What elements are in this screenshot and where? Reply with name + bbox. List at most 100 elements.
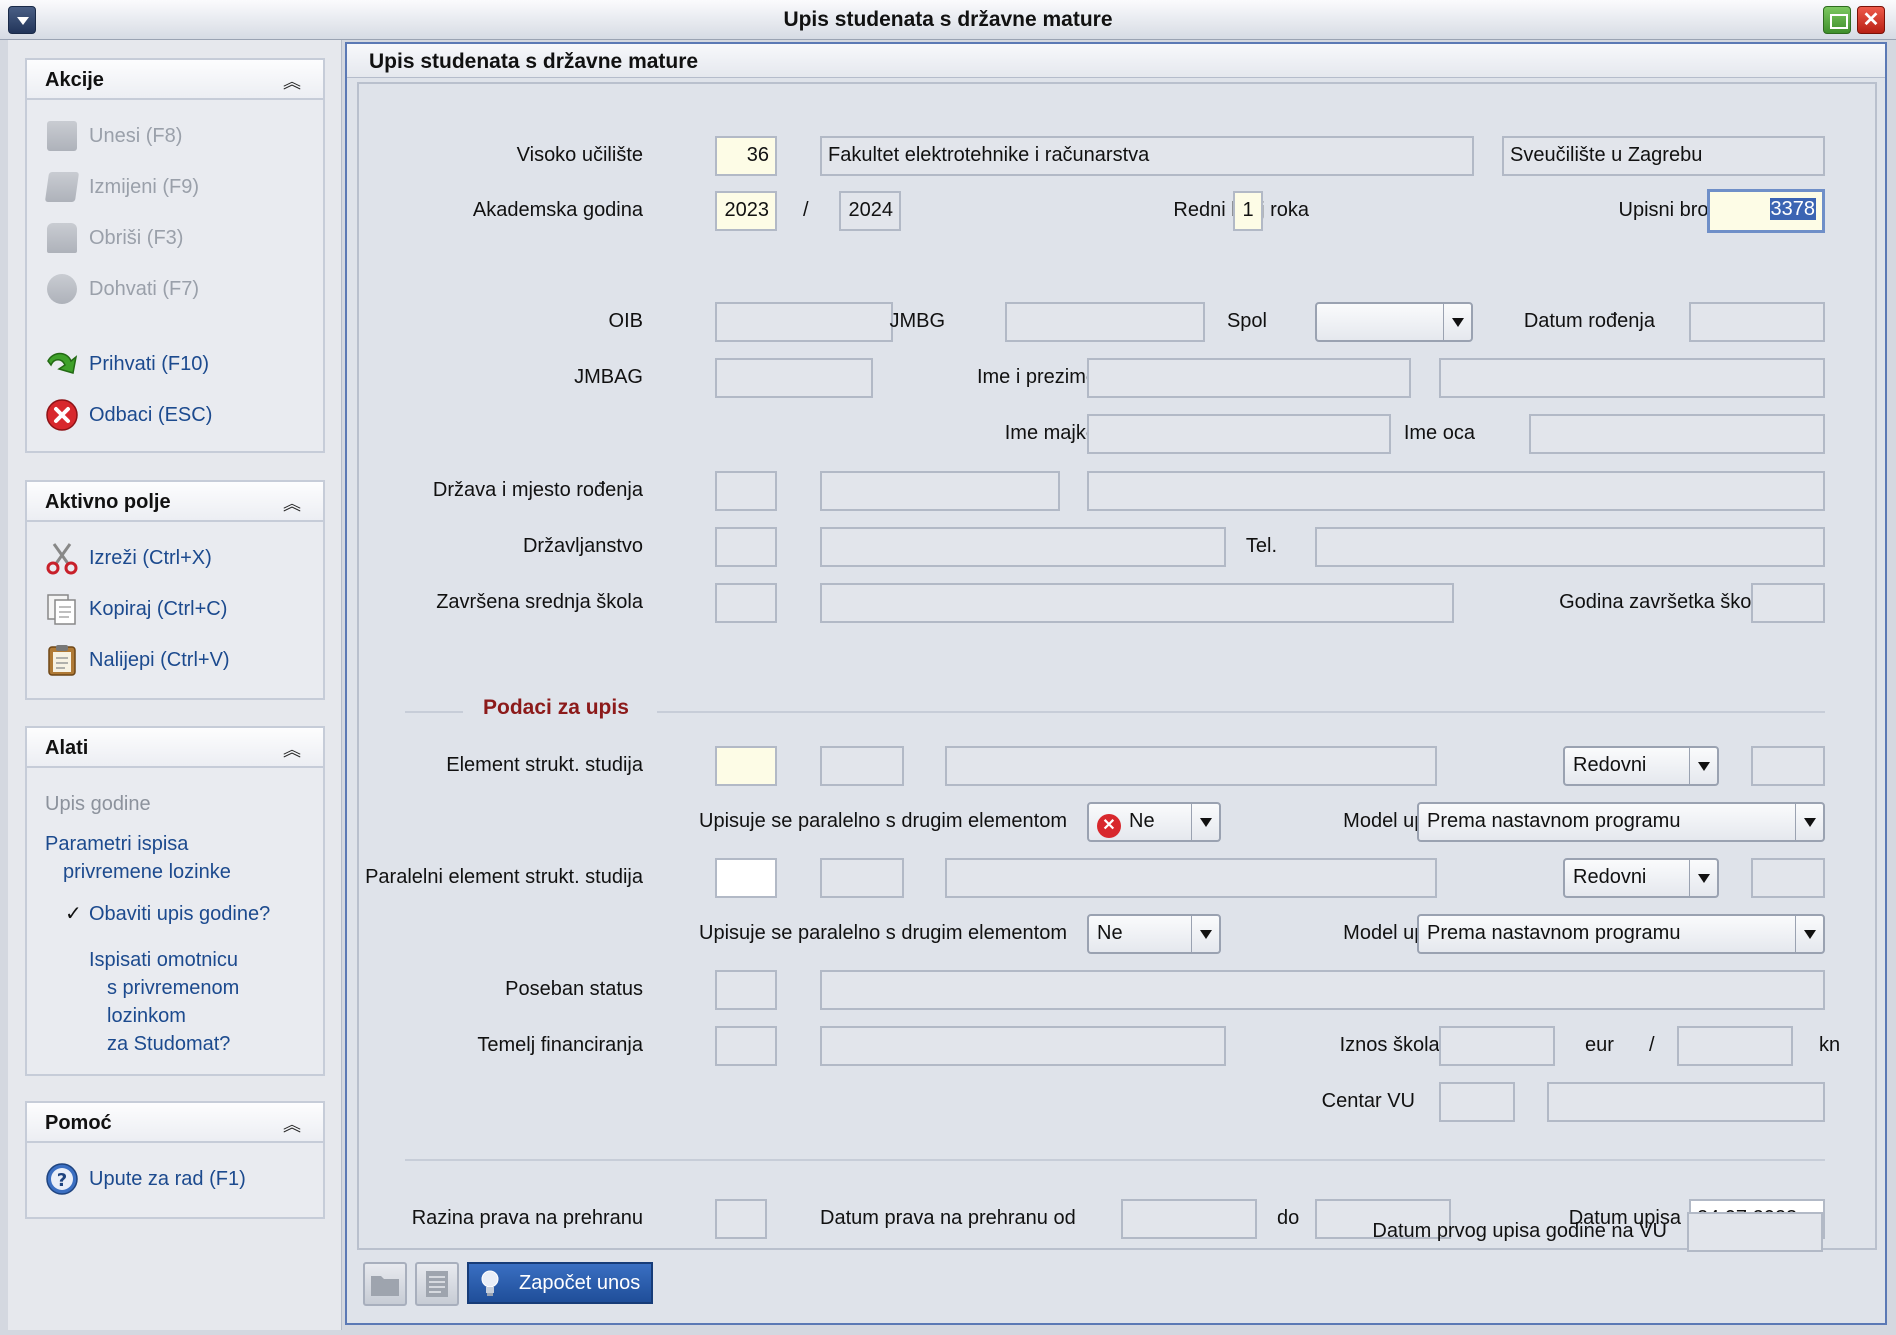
- action-dohvati[interactable]: Dohvati (F7): [45, 271, 199, 307]
- datum-prehrane-od-field[interactable]: [1121, 1199, 1257, 1239]
- drzava-name-field[interactable]: [820, 471, 1060, 511]
- form-title: Upis studenata s državne mature: [369, 50, 699, 73]
- panel-title: Alati: [45, 737, 89, 759]
- collapse-icon[interactable]: ︽: [283, 490, 301, 516]
- action-upute[interactable]: ? Upute za rad (F1): [45, 1161, 246, 1197]
- skolarina-kn-field[interactable]: [1677, 1026, 1793, 1066]
- godina-zavrsetka-field[interactable]: [1751, 583, 1825, 623]
- collapse-icon[interactable]: ︽: [283, 1111, 301, 1137]
- visoko-uciliste-name-field[interactable]: Fakultet elektrotehnike i računarstva: [820, 136, 1474, 176]
- visoko-uciliste-code-field[interactable]: 36: [715, 136, 777, 176]
- paralelni-element-name-field[interactable]: [945, 858, 1437, 898]
- redni-broj-roka-field[interactable]: 1: [1233, 191, 1263, 231]
- panel-title: Pomoć: [45, 1112, 112, 1134]
- paralelno-dropdown[interactable]: ✕ Ne: [1087, 802, 1221, 842]
- action-unesi[interactable]: Unesi (F8): [45, 118, 182, 154]
- list-button[interactable]: [415, 1262, 459, 1306]
- sidebar: Akcije ︽ Unesi (F8) Izmijeni (F9) Obriši…: [8, 40, 342, 1330]
- parametri-ispisa-link-2[interactable]: privremene lozinke: [63, 858, 231, 886]
- datum-prvog-upisa-field[interactable]: [1687, 1212, 1823, 1252]
- element-code-field[interactable]: [715, 746, 777, 786]
- temelj-name-field[interactable]: [820, 1026, 1226, 1066]
- akademska-godina-to-field[interactable]: 2024: [839, 191, 901, 231]
- ime-oca-field[interactable]: [1529, 414, 1825, 454]
- prezime-field[interactable]: [1439, 358, 1825, 398]
- mjesto-rodenja-field[interactable]: [1087, 471, 1825, 511]
- edit-icon: [44, 170, 80, 204]
- ispisati-omotnicu-link-3[interactable]: lozinkom: [107, 1002, 186, 1030]
- collapse-icon[interactable]: ︽: [283, 68, 301, 94]
- kn-label: kn: [1819, 1034, 1841, 1056]
- poseban-status-code-field[interactable]: [715, 970, 777, 1010]
- paralelni-element-extra-field[interactable]: [1751, 858, 1825, 898]
- upisni-broj-field[interactable]: 3378: [1707, 189, 1825, 233]
- datum-rodenja-label: Datum rođenja: [1523, 310, 1655, 332]
- temelj-code-field[interactable]: [715, 1026, 777, 1066]
- panel-akcije: Akcije ︽ Unesi (F8) Izmijeni (F9) Obriši…: [25, 58, 325, 453]
- srednja-skola-code-field[interactable]: [715, 583, 777, 623]
- panel-aktivno-polje: Aktivno polje ︽ Izreži (Ctrl+X) Kopiraj …: [25, 480, 325, 700]
- close-button[interactable]: ✕: [1857, 6, 1885, 34]
- panel-alati-header[interactable]: Alati ︽: [27, 728, 323, 768]
- action-obrisi[interactable]: Obriši (F3): [45, 220, 183, 256]
- datum-rodenja-field[interactable]: [1689, 302, 1825, 342]
- action-odbaci[interactable]: Odbaci (ESC): [45, 397, 212, 433]
- element-sub-field[interactable]: [820, 746, 904, 786]
- folder-button[interactable]: [363, 1262, 407, 1306]
- maximize-button[interactable]: [1823, 6, 1851, 34]
- oib-field[interactable]: [715, 302, 893, 342]
- action-nalijepi[interactable]: Nalijepi (Ctrl+V): [45, 642, 230, 678]
- action-label: Prihvati (F10): [89, 352, 210, 375]
- action-kopiraj[interactable]: Kopiraj (Ctrl+C): [45, 591, 227, 627]
- section-divider: [657, 711, 1825, 713]
- jmbg-field[interactable]: [1005, 302, 1205, 342]
- divider: [405, 1159, 1825, 1161]
- tel-field[interactable]: [1315, 527, 1825, 567]
- drzavljanstvo-code-field[interactable]: [715, 527, 777, 567]
- action-izrezi[interactable]: Izreži (Ctrl+X): [45, 540, 212, 576]
- panel-aktivno-header[interactable]: Aktivno polje ︽: [27, 482, 323, 522]
- paralelno-2-dropdown[interactable]: Ne: [1087, 914, 1221, 954]
- form-area: Visoko učilište 36 Fakultet elektrotehni…: [357, 82, 1877, 1250]
- university-field[interactable]: Sveučilište u Zagrebu: [1502, 136, 1825, 176]
- spol-dropdown[interactable]: [1315, 302, 1473, 342]
- element-extra-field[interactable]: [1751, 746, 1825, 786]
- prehrana-field[interactable]: [715, 1199, 767, 1239]
- panel-title: Aktivno polje: [45, 491, 171, 513]
- srednja-skola-name-field[interactable]: [820, 583, 1454, 623]
- paralelni-element-sub-field[interactable]: [820, 858, 904, 898]
- window-titlebar: Upis studenata s državne mature ✕: [0, 0, 1896, 40]
- action-prihvati[interactable]: Prihvati (F10): [45, 346, 209, 382]
- skolarina-eur-field[interactable]: [1439, 1026, 1555, 1066]
- ispisati-omotnicu-link-4[interactable]: za Studomat?: [107, 1030, 230, 1058]
- centar-vu-name-field[interactable]: [1547, 1082, 1825, 1122]
- akademska-godina-from-field[interactable]: 2023: [715, 191, 777, 231]
- parametri-ispisa-link[interactable]: Parametri ispisa: [45, 830, 188, 858]
- paralelno-2-value: Ne: [1097, 922, 1123, 944]
- element-type-dropdown[interactable]: Redovni: [1563, 746, 1719, 786]
- ispisati-omotnicu-link[interactable]: Ispisati omotnicu: [89, 946, 238, 974]
- drzava-code-field[interactable]: [715, 471, 777, 511]
- drzavljanstvo-name-field[interactable]: [820, 527, 1226, 567]
- centar-vu-code-field[interactable]: [1439, 1082, 1515, 1122]
- ime-field[interactable]: [1087, 358, 1411, 398]
- panel-pomoc-header[interactable]: Pomoć ︽: [27, 1103, 323, 1143]
- paralelni-element-code-field[interactable]: [715, 858, 777, 898]
- paralelni-element-type-dropdown[interactable]: Redovni: [1563, 858, 1719, 898]
- element-name-field[interactable]: [945, 746, 1437, 786]
- model-upisa-2-dropdown[interactable]: Prema nastavnom programu: [1417, 914, 1825, 954]
- zapocet-unos-button[interactable]: Započet unos: [467, 1262, 653, 1304]
- ispisati-omotnicu-link-2[interactable]: s privremenom: [107, 974, 239, 1002]
- ime-majke-label: Ime majke: [1004, 422, 1097, 444]
- insert-icon: [45, 119, 79, 153]
- main-window: Upis studenata s državne mature Visoko u…: [345, 42, 1887, 1325]
- element-type-value: Redovni: [1573, 754, 1647, 776]
- ime-majke-field[interactable]: [1087, 414, 1391, 454]
- poseban-status-name-field[interactable]: [820, 970, 1825, 1010]
- jmbag-field[interactable]: [715, 358, 873, 398]
- panel-akcije-header[interactable]: Akcije ︽: [27, 60, 323, 100]
- action-izmijeni[interactable]: Izmijeni (F9): [44, 169, 199, 205]
- model-upisa-dropdown[interactable]: Prema nastavnom programu: [1417, 802, 1825, 842]
- collapse-icon[interactable]: ︽: [283, 736, 301, 762]
- obaviti-upis-link[interactable]: Obaviti upis godine?: [89, 900, 270, 928]
